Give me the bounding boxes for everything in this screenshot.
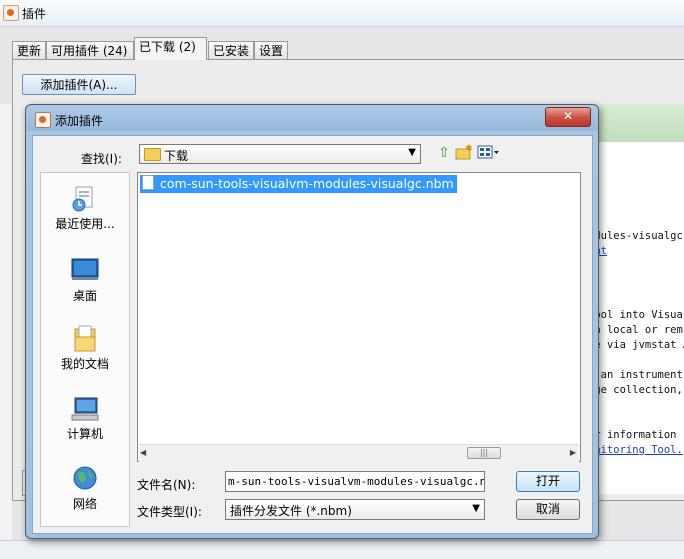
add-plugin-dialog: 添加插件 ✕ 查找(I): 下载 ▼ ⇧ ✱ 最近使用... 桌面 我的文档 计… [25, 104, 599, 539]
up-folder-icon[interactable]: ⇧ [435, 144, 453, 162]
tab-available-plugins[interactable]: 可用插件 (24) [46, 41, 134, 59]
tab-downloaded[interactable]: 已下载 (2) [134, 37, 207, 60]
place-label: 网络 [72, 497, 97, 511]
dialog-app-icon [35, 112, 51, 128]
file-item[interactable]: com-sun-tools-visualvm-modules-visualgc.… [140, 175, 457, 193]
window-title: 插件 [22, 7, 47, 21]
details-line: th local or rem [588, 324, 683, 336]
place-recent[interactable]: 最近使用... [41, 185, 129, 232]
file-list: com-sun-tools-visualvm-modules-visualgc.… [137, 172, 581, 462]
network-icon [70, 465, 100, 491]
app-icon [3, 5, 19, 21]
close-button[interactable]: ✕ [545, 107, 591, 127]
svg-text:✱: ✱ [465, 144, 473, 154]
details-line: o an instrument [588, 369, 683, 381]
places-bar: 最近使用... 桌面 我的文档 计算机 网络 [40, 172, 130, 527]
look-in-label: 查找(I): [81, 152, 122, 166]
dialog-body: 查找(I): 下载 ▼ ⇧ ✱ 最近使用... 桌面 我的文档 计算机 网络 c… [32, 135, 593, 534]
chevron-down-icon: ▼ [472, 503, 480, 514]
details-line: ve via jvmstat A [588, 339, 684, 351]
documents-icon [70, 325, 100, 352]
add-plugin-button[interactable]: 添加插件(A)... [22, 74, 136, 95]
details-line: odules-visualgc. [588, 230, 684, 242]
place-computer[interactable]: 计算机 [41, 395, 129, 442]
scroll-right-icon[interactable]: ▶ [570, 448, 576, 457]
place-label: 我的文档 [60, 357, 109, 371]
recent-places-icon [70, 185, 100, 212]
details-line: tool into Visua [588, 309, 683, 321]
tab-settings[interactable]: 设置 [254, 41, 288, 59]
details-line: or information [588, 429, 677, 441]
look-in-value: 下载 [164, 149, 189, 163]
cancel-button[interactable]: 取消 [516, 499, 580, 520]
details-line: age collection, [588, 384, 683, 396]
chevron-down-icon: ▼ [408, 147, 416, 158]
details-link[interactable]: onitoring Tool. [588, 444, 683, 456]
plugins-window-titlebar: 插件 [0, 0, 684, 27]
place-documents[interactable]: 我的文档 [41, 325, 129, 372]
scroll-thumb[interactable]: ||| [467, 447, 501, 459]
place-label: 计算机 [66, 427, 103, 441]
left-strip [0, 104, 12, 544]
file-name: com-sun-tools-visualvm-modules-visualgc.… [160, 176, 454, 191]
file-type-combo[interactable]: 插件分发文件 (*.nbm) ▼ [225, 499, 485, 520]
place-label: 桌面 [72, 289, 97, 303]
desktop-icon [70, 257, 100, 283]
file-type-value: 插件分发文件 (*.nbm) [230, 504, 352, 518]
new-folder-icon[interactable]: ✱ [455, 144, 473, 162]
file-name-field[interactable]: m-sun-tools-visualvm-modules-visualgc.nb… [225, 471, 485, 492]
scroll-left-icon[interactable]: ◀ [140, 448, 146, 457]
computer-icon [70, 395, 100, 421]
tab-installed[interactable]: 已安装 [208, 41, 254, 59]
place-network[interactable]: 网络 [41, 465, 129, 512]
horizontal-scrollbar[interactable]: ◀ ||| ▶ [139, 444, 579, 462]
file-type-label: 文件类型(I): [137, 505, 202, 519]
window-footer [0, 540, 684, 559]
file-icon [142, 175, 154, 190]
tab-updates[interactable]: 更新 [12, 41, 46, 59]
folder-icon [144, 148, 161, 161]
place-label: 最近使用... [55, 217, 115, 231]
dialog-title: 添加插件 [55, 114, 104, 128]
file-name-label: 文件名(N): [137, 478, 196, 492]
open-button[interactable]: 打开 [516, 471, 580, 492]
view-menu-icon[interactable] [477, 144, 501, 162]
place-desktop[interactable]: 桌面 [41, 257, 129, 304]
look-in-combo[interactable]: 下载 ▼ [139, 144, 421, 164]
